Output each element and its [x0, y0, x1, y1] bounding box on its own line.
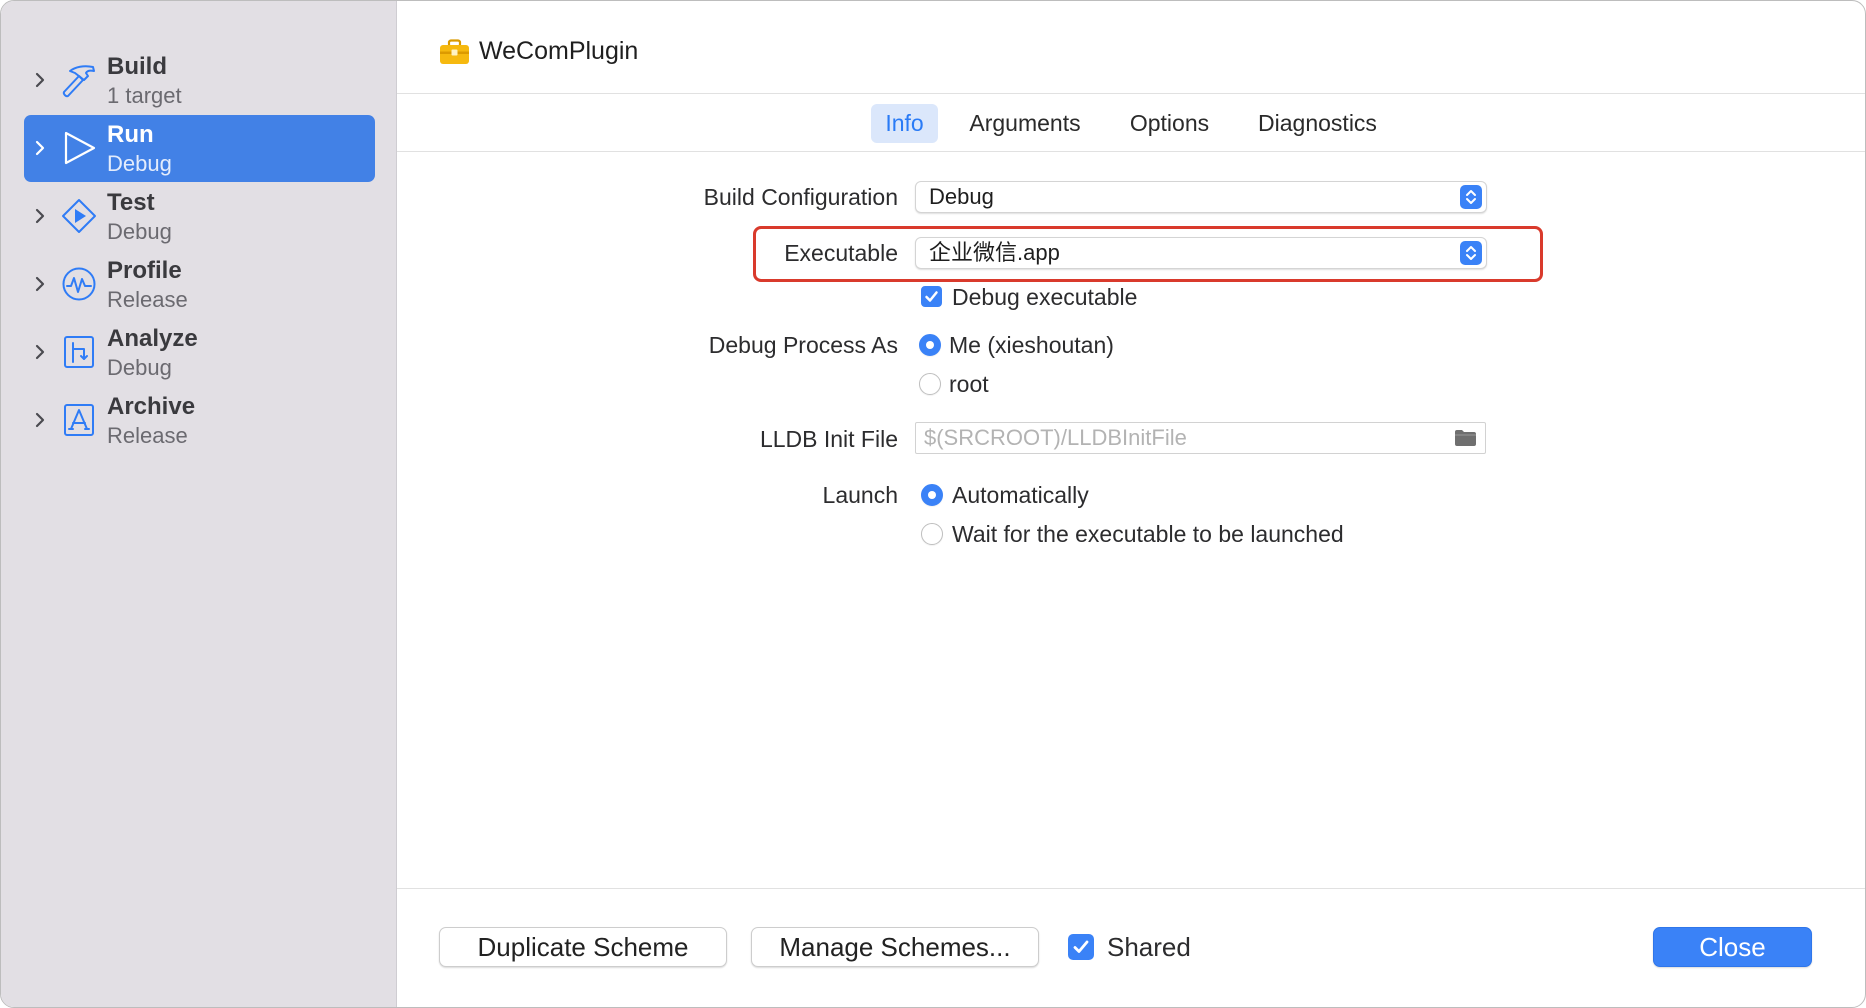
build-configuration-popup[interactable]: Debug — [915, 181, 1487, 213]
test-diamond-icon — [60, 197, 98, 235]
sidebar-item-analyze[interactable]: Analyze Debug — [24, 319, 375, 386]
lldb-init-file-label: LLDB Init File — [759, 426, 898, 452]
scheme-title: WeComPlugin — [479, 37, 639, 65]
debug-process-as-label: Debug Process As — [708, 332, 898, 358]
play-icon — [60, 129, 98, 167]
sidebar-item-subtitle: Release — [107, 423, 188, 448]
scheme-editor-window: Build 1 target Run Debug Test Debug Prof… — [0, 0, 1866, 1008]
sidebar-item-title: Profile — [107, 257, 182, 284]
manage-schemes-button[interactable]: Manage Schemes... — [751, 927, 1039, 967]
folder-icon[interactable] — [1454, 429, 1477, 447]
build-configuration-label: Build Configuration — [703, 184, 898, 210]
debug-executable-checkbox[interactable] — [921, 286, 942, 307]
sidebar-item-title: Analyze — [107, 325, 198, 352]
analyze-icon — [60, 333, 98, 371]
chevron-right-icon[interactable] — [33, 207, 47, 225]
sidebar-item-archive[interactable]: Archive Release — [24, 387, 375, 454]
radio-process-me[interactable] — [919, 334, 941, 356]
sidebar-item-title: Run — [107, 121, 154, 148]
footer-divider — [397, 888, 1865, 889]
debug-executable-label: Debug executable — [952, 284, 1138, 310]
sidebar-item-title: Archive — [107, 393, 196, 420]
sidebar-item-subtitle: Release — [107, 287, 188, 312]
radio-process-root[interactable] — [919, 373, 941, 395]
radio-launch-automatically[interactable] — [921, 484, 943, 506]
highlight-annotation — [753, 226, 1543, 282]
chevron-right-icon[interactable] — [33, 343, 47, 361]
sidebar-item-build[interactable]: Build 1 target — [24, 47, 375, 114]
build-configuration-value: Debug — [929, 184, 994, 209]
chevron-right-icon[interactable] — [33, 411, 47, 429]
sidebar-item-title: Build — [107, 53, 167, 80]
tab-info[interactable]: Info — [871, 104, 938, 143]
radio-launch-wait-label: Wait for the executable to be launched — [952, 521, 1344, 547]
sidebar-item-title: Test — [107, 189, 155, 216]
sidebar-item-subtitle: 1 target — [107, 83, 182, 108]
duplicate-scheme-button[interactable]: Duplicate Scheme — [439, 927, 727, 967]
radio-launch-automatically-label: Automatically — [952, 482, 1089, 508]
tab-options[interactable]: Options — [1117, 104, 1222, 143]
popup-arrows-icon — [1460, 185, 1482, 209]
header-divider — [397, 93, 1865, 94]
tab-arguments[interactable]: Arguments — [956, 104, 1094, 143]
radio-process-me-label: Me (xieshoutan) — [949, 332, 1114, 358]
tabs-divider — [397, 151, 1865, 152]
chevron-right-icon[interactable] — [33, 139, 47, 157]
close-button[interactable]: Close — [1653, 927, 1812, 967]
hammer-icon — [60, 61, 98, 99]
sidebar-item-profile[interactable]: Profile Release — [24, 251, 375, 318]
sidebar-item-run[interactable]: Run Debug — [24, 115, 375, 182]
profile-gauge-icon — [60, 265, 98, 303]
toolbox-icon — [439, 39, 470, 65]
chevron-right-icon[interactable] — [33, 275, 47, 293]
shared-checkbox[interactable] — [1068, 934, 1094, 960]
scheme-action-sidebar: Build 1 target Run Debug Test Debug Prof… — [1, 1, 397, 1007]
sidebar-item-subtitle: Debug — [107, 151, 172, 176]
sidebar-item-test[interactable]: Test Debug — [24, 183, 375, 250]
radio-process-root-label: root — [949, 371, 989, 397]
sidebar-item-subtitle: Debug — [107, 355, 172, 380]
tab-diagnostics[interactable]: Diagnostics — [1244, 104, 1391, 143]
chevron-right-icon[interactable] — [33, 71, 47, 89]
archive-icon — [60, 401, 98, 439]
launch-label: Launch — [822, 482, 898, 508]
lldb-init-file-input[interactable] — [915, 422, 1486, 454]
sidebar-item-subtitle: Debug — [107, 219, 172, 244]
radio-launch-wait[interactable] — [921, 523, 943, 545]
shared-label: Shared — [1107, 932, 1191, 962]
